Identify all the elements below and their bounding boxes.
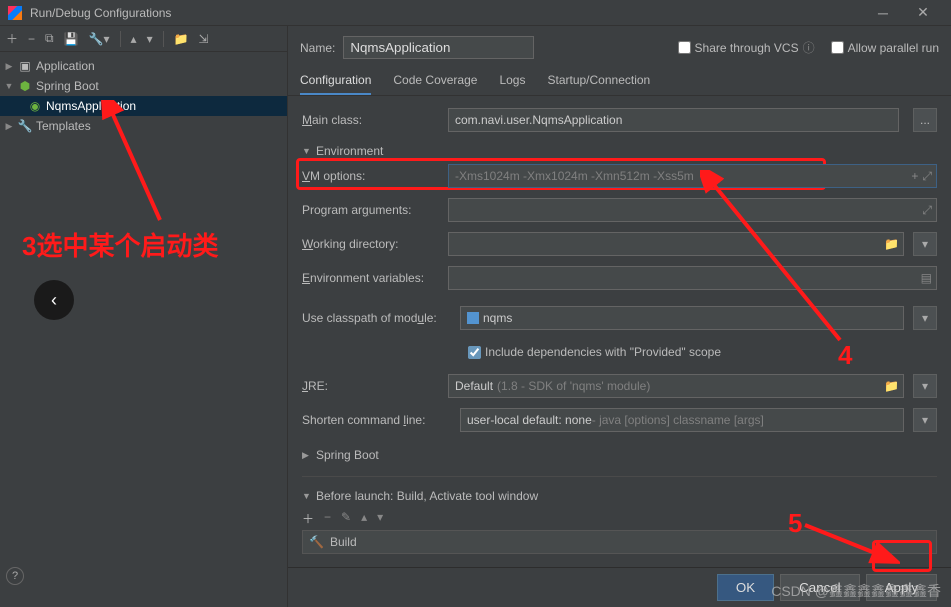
tab-code-coverage[interactable]: Code Coverage [393, 67, 477, 95]
jre-dropdown[interactable]: ▾ [913, 374, 937, 398]
shorten-field[interactable]: user-local default: none - java [options… [460, 408, 904, 432]
copy-icon[interactable]: ⧉ [45, 31, 54, 46]
tree-item-nqmsapplication[interactable]: ◉ NqmsApplication [0, 96, 287, 116]
config-tree: ▶▣ Application ▼⬢ Spring Boot ◉ NqmsAppl… [0, 52, 287, 140]
help-button[interactable]: ? [6, 567, 24, 585]
nav-back-button[interactable]: ‹ [34, 280, 74, 320]
classpath-dropdown[interactable]: ▾ [913, 306, 937, 330]
shorten-label: Shorten command line: [302, 413, 450, 427]
up-icon[interactable]: ▴ [361, 510, 367, 527]
tabs: Configuration Code Coverage Logs Startup… [288, 67, 951, 96]
remove-icon[interactable]: − [28, 32, 35, 46]
name-label: Name: [300, 41, 335, 55]
add-icon[interactable]: ＋ [6, 30, 18, 47]
tab-logs[interactable]: Logs [499, 67, 525, 95]
add-icon[interactable]: ＋ [302, 510, 314, 527]
env-vars-field[interactable]: ▤ [448, 266, 937, 290]
program-args-field[interactable]: ⤢ [448, 198, 937, 222]
hammer-icon: 🔨 [309, 535, 324, 549]
name-input[interactable] [343, 36, 534, 59]
module-icon [467, 312, 479, 324]
working-dir-dropdown[interactable]: ▾ [913, 232, 937, 256]
tree-toolbar: ＋ − ⧉ 💾 🔧▾ ▴ ▾ 📁 ⇲ [0, 26, 287, 52]
include-provided-checkbox[interactable]: Include dependencies with "Provided" sco… [468, 345, 721, 359]
folder-icon[interactable]: 📁 [174, 32, 189, 46]
expand-icon[interactable]: ⤢ [922, 169, 932, 184]
plus-icon[interactable]: + [911, 169, 918, 184]
down-icon[interactable]: ▾ [377, 510, 383, 527]
classpath-label: Use classpath of module: [302, 311, 450, 325]
working-dir-label: Working directory: [302, 237, 438, 251]
before-launch-item-build[interactable]: 🔨 Build [302, 530, 937, 554]
spring-icon: ⬢ [18, 79, 32, 93]
shorten-dropdown[interactable]: ▾ [913, 408, 937, 432]
vm-options-field[interactable]: -Xms1024m -Xmx1024m -Xmn512m -Xss5m +⤢ [448, 164, 937, 188]
main-class-label: Main class: [302, 113, 438, 127]
wrench-icon[interactable]: 🔧▾ [89, 32, 110, 46]
before-launch-toolbar: ＋ − ✎ ▴ ▾ [302, 507, 937, 530]
wrench-icon: 🔧 [18, 119, 32, 133]
browse-button[interactable]: ... [913, 108, 937, 132]
share-vcs-checkbox[interactable]: Share through VCS ⓘ [678, 39, 815, 56]
folder-icon[interactable]: 📁 [884, 379, 899, 393]
watermark: CSDN @鑫鑫鑫鑫鑫鑫鑫香 [771, 581, 941, 601]
springboot-section[interactable]: ▶Spring Boot [302, 444, 937, 466]
close-button[interactable]: ✕ [903, 4, 943, 21]
expand-icon[interactable]: ⤢ [922, 203, 932, 218]
edit-icon[interactable]: ✎ [341, 510, 351, 527]
remove-icon[interactable]: − [324, 510, 331, 527]
before-launch-section[interactable]: ▼Before launch: Build, Activate tool win… [302, 485, 937, 507]
allow-parallel-checkbox[interactable]: Allow parallel run [831, 41, 939, 55]
tree-item-application[interactable]: ▶▣ Application [0, 56, 287, 76]
annotation-5: 5 [788, 508, 802, 539]
save-icon[interactable]: 💾 [64, 32, 79, 46]
tree-item-templates[interactable]: ▶🔧 Templates [0, 116, 287, 136]
jre-field[interactable]: Default(1.8 - SDK of 'nqms' module) 📁 [448, 374, 904, 398]
intellij-icon [8, 6, 22, 20]
tree-label: Application [36, 59, 95, 73]
list-icon[interactable]: ▤ [921, 271, 932, 285]
help-icon[interactable]: ⓘ [803, 39, 815, 56]
window-title: Run/Debug Configurations [30, 6, 863, 20]
classpath-field[interactable]: nqms [460, 306, 904, 330]
up-icon[interactable]: ▴ [131, 32, 137, 46]
down-icon[interactable]: ▾ [147, 32, 153, 46]
config-form-panel: Name: Share through VCS ⓘ Allow parallel… [288, 26, 951, 607]
jre-label: JRE: [302, 379, 438, 393]
main-class-field[interactable]: com.navi.user.NqmsApplication [448, 108, 899, 132]
annotation-3: 3选中某个启动类 [22, 226, 218, 263]
annotation-4: 4 [838, 340, 852, 371]
vm-options-label: VM options: [302, 169, 438, 183]
tree-label: NqmsApplication [46, 99, 136, 113]
tab-startup-connection[interactable]: Startup/Connection [547, 67, 650, 95]
tree-label: Templates [36, 119, 91, 133]
program-args-label: Program arguments: [302, 203, 438, 217]
environment-section[interactable]: ▼Environment [302, 140, 937, 162]
collapse-icon[interactable]: ⇲ [199, 32, 209, 46]
app-icon: ▣ [18, 59, 32, 73]
env-vars-label: Environment variables: [302, 271, 438, 285]
minimize-button[interactable]: ─ [863, 5, 903, 21]
folder-icon[interactable]: 📁 [884, 237, 899, 251]
spring-leaf-icon: ◉ [28, 99, 42, 113]
titlebar: Run/Debug Configurations ─ ✕ [0, 0, 951, 26]
ok-button[interactable]: OK [717, 574, 774, 601]
tree-item-springboot[interactable]: ▼⬢ Spring Boot [0, 76, 287, 96]
working-dir-field[interactable]: 📁 [448, 232, 904, 256]
tree-label: Spring Boot [36, 79, 99, 93]
tab-configuration[interactable]: Configuration [300, 67, 371, 95]
